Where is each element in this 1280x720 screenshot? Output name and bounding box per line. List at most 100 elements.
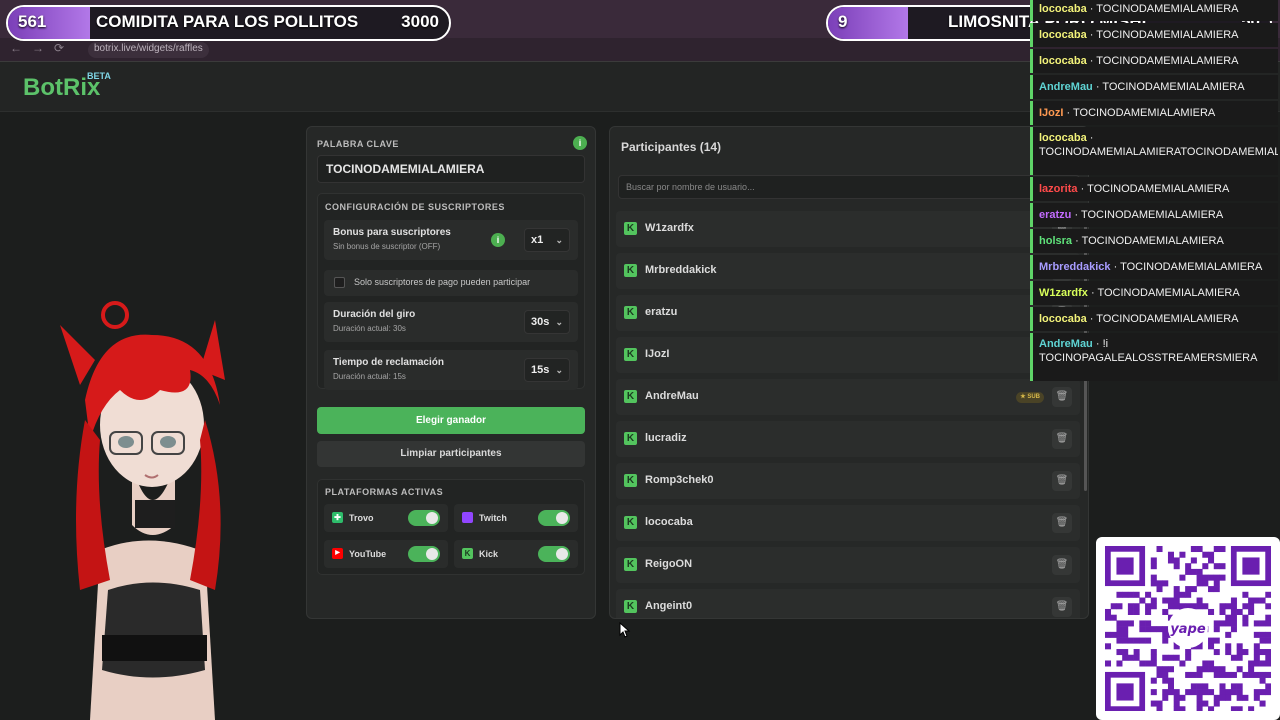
kick-icon: K bbox=[624, 600, 637, 613]
paid-only-label: Solo suscriptores de pago pueden partici… bbox=[354, 277, 531, 287]
chat-text: TOCINODAMEMIALAMIERA bbox=[1097, 287, 1240, 299]
platform-youtube: ▶ YouTube bbox=[324, 540, 448, 568]
chat-text: TOCINODAMEMIALAMIERA bbox=[1073, 107, 1216, 119]
kick-icon: K bbox=[624, 516, 637, 529]
chat-text: TOCINODAMEMIALAMIERA bbox=[1120, 261, 1263, 273]
beta-badge: BETA bbox=[87, 71, 111, 81]
participant-search-input[interactable]: Buscar por nombre de usuario... bbox=[618, 175, 1080, 199]
chat-message: lococaba · TOCINODAMEMIALAMIERATOCINODAM… bbox=[1030, 127, 1278, 175]
chat-username: lococaba bbox=[1039, 132, 1087, 144]
trash-icon[interactable]: 🗑 bbox=[1052, 597, 1072, 617]
participant-name: Mrbreddakick bbox=[645, 264, 717, 276]
trash-icon[interactable]: 🗑 bbox=[1052, 555, 1072, 575]
chat-message: lococaba · TOCINODAMEMIALAMIERA bbox=[1030, 49, 1278, 73]
participant-row: KMrbreddakick🗑 bbox=[616, 253, 1080, 289]
spin-duration-row: Duración del giro Duración actual: 30s 3… bbox=[324, 302, 578, 342]
paid-only-row[interactable]: Solo suscriptores de pago pueden partici… bbox=[324, 270, 578, 296]
chat-username: lazorita bbox=[1039, 183, 1078, 195]
raffle-config-panel: PALABRA CLAVE i TOCINODAMEMIALAMIERA CON… bbox=[306, 126, 596, 619]
chat-message: lococaba · TOCINODAMEMIALAMIERA bbox=[1030, 0, 1278, 21]
participant-name: AndreMau bbox=[645, 390, 699, 402]
kick-icon: K bbox=[624, 432, 637, 445]
trash-icon[interactable]: 🗑 bbox=[1052, 471, 1072, 491]
clear-participants-button[interactable]: Limpiar participantes bbox=[317, 441, 585, 467]
chevron-down-icon: ⌄ bbox=[555, 317, 563, 327]
participant-name: Romp3chek0 bbox=[645, 474, 714, 486]
chat-message: holsra · TOCINODAMEMIALAMIERA bbox=[1030, 229, 1278, 253]
goal-count-right: 9 bbox=[838, 12, 848, 31]
chat-username: W1zardfx bbox=[1039, 287, 1088, 299]
participant-name: eratzu bbox=[645, 306, 678, 318]
chat-text: TOCINODAMEMIALAMIERATOCINODAMEMIALAMIERA bbox=[1039, 146, 1278, 158]
chat-text: TOCINODAMEMIALAMIERA bbox=[1096, 55, 1239, 67]
qr-icon: yape bbox=[1105, 546, 1272, 713]
participant-name: Angeint0 bbox=[645, 600, 693, 612]
kick-icon: K bbox=[624, 306, 637, 319]
participant-name: IJozI bbox=[645, 348, 670, 360]
paid-only-checkbox[interactable] bbox=[334, 277, 345, 288]
participant-name: lucradiz bbox=[645, 432, 687, 444]
chat-username: lococaba bbox=[1039, 3, 1087, 15]
active-platforms-section: PLATAFORMAS ACTIVAS ✚ Trovo Twitch ▶ You… bbox=[317, 479, 585, 575]
trash-icon[interactable]: 🗑 bbox=[1052, 513, 1072, 533]
trovo-toggle[interactable] bbox=[408, 510, 440, 526]
keyword-input[interactable]: TOCINODAMEMIALAMIERA bbox=[317, 155, 585, 183]
participant-row: K Angeint0 🗑 bbox=[616, 589, 1080, 618]
participant-row: Keratzu🗑 bbox=[616, 295, 1080, 331]
twitch-toggle[interactable] bbox=[538, 510, 570, 526]
participant-row: K ReigoON 🗑 bbox=[616, 547, 1080, 583]
chat-username: holsra bbox=[1039, 235, 1073, 247]
participant-row: K AndreMau ★ SUB 🗑 bbox=[616, 379, 1080, 415]
chat-message: lococaba · TOCINODAMEMIALAMIERA bbox=[1030, 23, 1278, 47]
spin-subtitle: Duración actual: 30s bbox=[333, 324, 406, 333]
spin-title: Duración del giro bbox=[333, 309, 416, 320]
claim-select-value: 15s bbox=[531, 364, 550, 376]
kick-toggle[interactable] bbox=[538, 546, 570, 562]
chat-message: IJozI · TOCINODAMEMIALAMIERA bbox=[1030, 101, 1278, 125]
participant-row: KW1zardfx🗑 bbox=[616, 211, 1080, 247]
info-icon[interactable]: i bbox=[573, 136, 587, 150]
youtube-toggle[interactable] bbox=[408, 546, 440, 562]
kick-icon: K bbox=[624, 390, 637, 403]
chat-message: lococaba · TOCINODAMEMIALAMIERA bbox=[1030, 307, 1278, 331]
chevron-down-icon: ⌄ bbox=[555, 235, 563, 245]
platform-twitch: Twitch bbox=[454, 504, 578, 532]
browser-nav-icons[interactable]: ←→⟳ bbox=[10, 41, 74, 55]
platforms-label: PLATAFORMAS ACTIVAS bbox=[325, 487, 444, 497]
spin-duration-select[interactable]: 30s ⌄ bbox=[524, 310, 570, 334]
participants-title: Participantes (14) bbox=[621, 140, 722, 154]
chat-username: lococaba bbox=[1039, 29, 1087, 41]
chat-message: AndreMau · !i TOCINOPAGALEALOSSTREAMERSM… bbox=[1030, 333, 1278, 381]
chat-message: AndreMau · TOCINODAMEMIALAMIERA bbox=[1030, 75, 1278, 99]
participant-row: K Romp3chek0 🗑 bbox=[616, 463, 1080, 499]
sub-badge: ★ SUB bbox=[1016, 392, 1044, 403]
claim-time-select[interactable]: 15s ⌄ bbox=[524, 358, 570, 382]
chat-message: lazorita · TOCINODAMEMIALAMIERA bbox=[1030, 177, 1278, 201]
platform-name: YouTube bbox=[349, 549, 387, 559]
mouse-cursor-icon bbox=[619, 622, 631, 638]
chat-message: eratzu · TOCINODAMEMIALAMIERA bbox=[1030, 203, 1278, 227]
participant-name: W1zardfx bbox=[645, 222, 694, 234]
subscriber-config-label: CONFIGURACIÓN DE SUSCRIPTORES bbox=[325, 202, 505, 212]
kick-icon: K bbox=[624, 348, 637, 361]
chat-username: IJozI bbox=[1039, 107, 1064, 119]
claim-subtitle: Duración actual: 15s bbox=[333, 372, 406, 381]
chat-message: W1zardfx · TOCINODAMEMIALAMIERA bbox=[1030, 281, 1278, 305]
bonus-select[interactable]: x1 ⌄ bbox=[524, 228, 570, 252]
trash-icon[interactable]: 🗑 bbox=[1052, 429, 1072, 449]
url-field[interactable]: botrix.live/widgets/raffles bbox=[88, 42, 209, 58]
chat-username: eratzu bbox=[1039, 209, 1072, 221]
chat-username: Mrbreddakick bbox=[1039, 261, 1111, 273]
trash-icon[interactable]: 🗑 bbox=[1052, 387, 1072, 407]
chat-text: TOCINODAMEMIALAMIERA bbox=[1087, 183, 1230, 195]
participant-row: Klococaba 🗑 bbox=[616, 505, 1080, 541]
bonus-info-icon[interactable]: i bbox=[491, 233, 505, 247]
trovo-icon: ✚ bbox=[332, 512, 343, 523]
goal-title-left: COMIDITA PARA LOS POLLITOS bbox=[96, 12, 359, 31]
kick-icon: K bbox=[624, 474, 637, 487]
pick-winner-button[interactable]: Elegir ganador bbox=[317, 407, 585, 434]
chat-text: TOCINODAMEMIALAMIERA bbox=[1102, 81, 1245, 93]
participant-name: ReigoON bbox=[645, 558, 693, 570]
participant-row: KIJozI🗑 bbox=[616, 337, 1080, 373]
bonus-subtitle: Sin bonus de suscriptor (OFF) bbox=[333, 242, 441, 251]
